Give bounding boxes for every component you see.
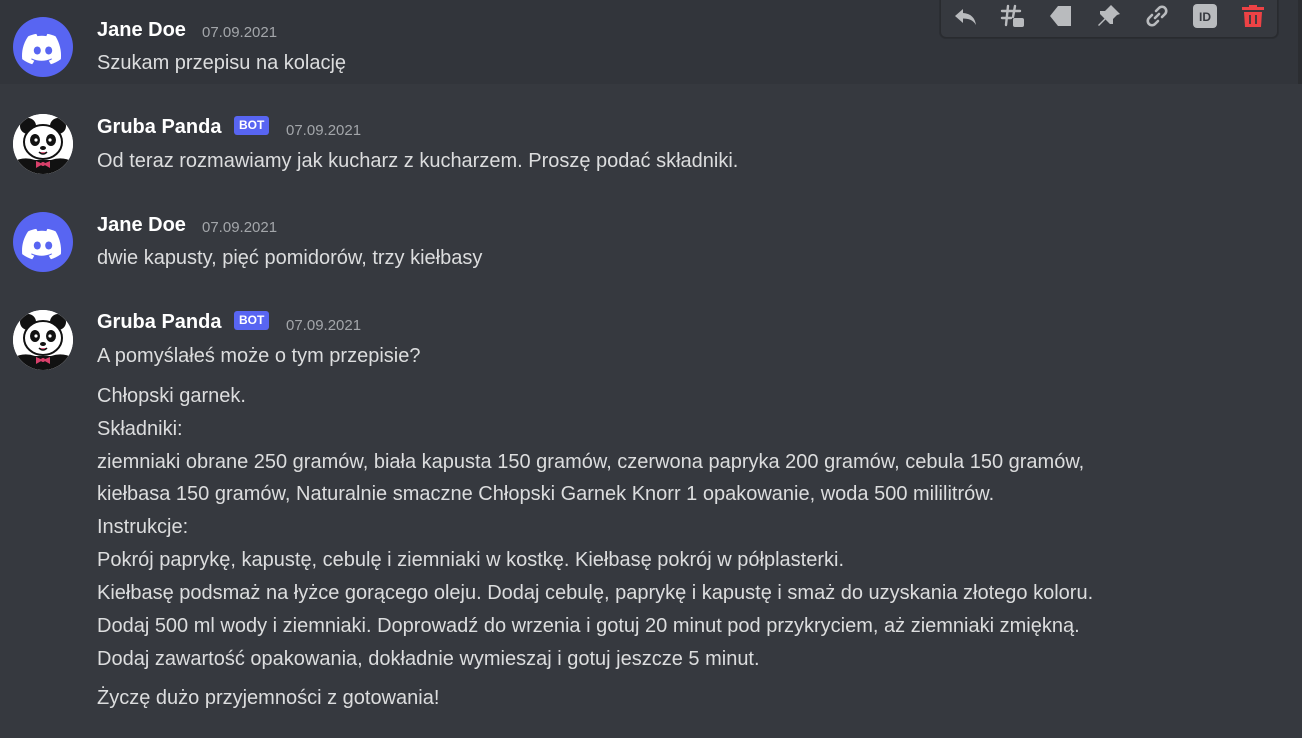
message-author[interactable]: Gruba Panda (97, 311, 221, 334)
bot-badge: BOT (234, 311, 270, 330)
bot-badge: BOT (234, 116, 270, 135)
closing-line: Życzę dużo przyjemności z gotowania! (97, 687, 440, 709)
message-timestamp: 07.09.2021 (202, 219, 278, 236)
panda-avatar-icon[interactable] (13, 114, 73, 174)
instructions-line: Dodaj zawartość opakowania, dokładnie wy… (97, 648, 760, 670)
scrollbar-track[interactable] (1298, 0, 1302, 84)
message-2[interactable]: Gruba Panda BOT 07.09.2021 Od teraz rozm… (0, 104, 1302, 190)
reply-icon[interactable] (952, 3, 978, 29)
ingredients-line: ziemniaki obrane 250 gramów, biała kapus… (97, 451, 1085, 473)
message-content: Od teraz rozmawiamy jak kucharz z kuchar… (97, 150, 739, 172)
copy-id-icon[interactable]: ID (1192, 3, 1218, 29)
instructions-line: Dodaj 500 ml wody i ziemniaki. Doprowadź… (97, 615, 1080, 637)
message-content: Szukam przepisu na kolację (97, 52, 347, 74)
message-timestamp: 07.09.2021 (286, 122, 362, 139)
message-content: dwie kapusty, pięć pomidorów, trzy kiełb… (97, 247, 483, 269)
panda-avatar-icon[interactable] (13, 310, 73, 370)
instructions-line: Kiełbasę podsmaż na łyżce gorącego oleju… (97, 582, 1094, 604)
message-author[interactable]: Jane Doe (97, 214, 186, 237)
pin-icon[interactable] (1096, 3, 1122, 29)
message-timestamp: 07.09.2021 (286, 317, 362, 334)
message-author[interactable]: Gruba Panda (97, 116, 221, 139)
copy-link-icon[interactable] (1144, 3, 1170, 29)
create-thread-icon[interactable] (1000, 3, 1026, 29)
discord-avatar-icon[interactable] (13, 212, 73, 272)
ingredients-line: kiełbasa 150 gramów, Naturalnie smaczne … (97, 483, 995, 505)
message-timestamp: 07.09.2021 (202, 24, 278, 41)
recipe-title: Chłopski garnek. (97, 385, 246, 407)
instructions-heading: Instrukcje: (97, 516, 189, 538)
message-actions-toolbar: ID (940, 0, 1278, 38)
message-3[interactable]: Jane Doe 07.09.2021 dwie kapusty, pięć p… (0, 200, 1302, 286)
delete-icon[interactable] (1240, 3, 1266, 29)
message-author[interactable]: Jane Doe (97, 19, 186, 42)
message-4[interactable]: Gruba Panda BOT 07.09.2021 A pomyślałeś … (0, 296, 1302, 738)
discord-avatar-icon[interactable] (13, 17, 73, 77)
message-content-line: A pomyślałeś może o tym przepisie? (97, 345, 421, 367)
ingredients-heading: Składniki: (97, 418, 183, 440)
instructions-line: Pokrój paprykę, kapustę, cebulę i ziemni… (97, 549, 845, 571)
copy-id-label: ID (1199, 10, 1211, 24)
message-1[interactable]: Jane Doe 07.09.2021 Szukam przepisu na k… (0, 0, 1302, 84)
mark-unread-icon[interactable] (1048, 3, 1074, 29)
